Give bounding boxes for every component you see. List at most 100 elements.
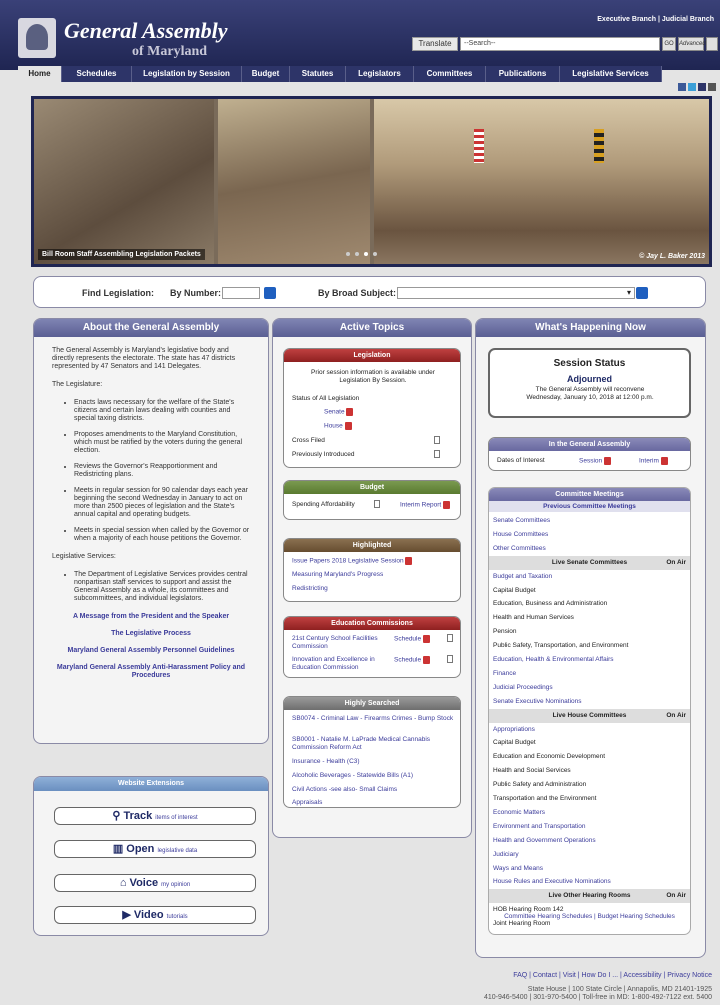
committee-link[interactable]: Environment and Transportation [489,820,690,834]
number-go-button[interactable] [264,287,276,299]
subcommittee-item[interactable]: Transportation and the Environment [489,792,690,806]
voice-button[interactable]: ⌂ Voice my opinion [54,874,256,892]
live-house-header: Live House Committees On Air [489,708,690,723]
search-input[interactable]: --Search-- [460,37,660,51]
hearing-schedules-links[interactable]: Committee Hearing Schedules | Budget Hea… [489,913,690,920]
session-status-title: Session Status [553,358,626,369]
slide-dot[interactable] [373,252,377,256]
nav-legislation-by-session[interactable]: Legislation by Session [132,66,242,82]
subcommittee-item[interactable]: Education and Economic Development [489,750,690,764]
bill-number-input[interactable] [222,287,260,299]
committee-group-link[interactable]: House Committees [489,528,690,542]
legislature-bullet: Enacts laws necessary for the welfare of… [74,399,250,423]
innovation-schedule[interactable]: Schedule [394,656,430,664]
personnel-guidelines-link[interactable]: Maryland General Assembly Personnel Guid… [52,647,250,655]
innovation-excellence-link[interactable]: Innovation and Excellence in Education C… [292,656,382,672]
document-icon[interactable] [374,500,380,508]
video-button[interactable]: ▶ Video tutorials [54,906,256,924]
committee-link[interactable]: Appropriations [489,723,690,737]
interim-dates-link[interactable]: Interim [639,457,668,465]
committee-link[interactable]: Education, Health & Environmental Affair… [489,653,690,667]
searched-item-civil-actions[interactable]: Civil Actions -see also- Small Claims [292,786,397,793]
anti-harassment-link[interactable]: Maryland General Assembly Anti-Harassmen… [52,664,250,680]
subcommittee-item[interactable]: Public Safety and Administration [489,778,690,792]
nav-publications[interactable]: Publications [486,66,560,82]
previous-meetings-link[interactable]: Previous Committee Meetings [489,501,690,512]
searched-item-alcoholic[interactable]: Alcoholic Beverages - Statewide Bills (A… [292,772,413,779]
nav-home[interactable]: Home [18,66,62,82]
session-dates-link[interactable]: Session [579,457,611,465]
committee-link[interactable]: Economic Matters [489,806,690,820]
subcommittee-item[interactable]: Health and Human Services [489,611,690,625]
subcommittee-item[interactable]: Capital Budget [489,736,690,750]
document-icon[interactable] [434,436,440,444]
budget-title: Budget [284,481,460,494]
footer-links[interactable]: FAQ | Contact | Visit | How Do I ... | A… [484,972,712,980]
searched-item-appraisals[interactable]: Appraisals [292,799,322,806]
nav-budget[interactable]: Budget [242,66,290,82]
committee-link[interactable]: Senate Executive Nominations [489,695,690,709]
open-button[interactable]: ▥ Open legislative data [54,840,256,858]
nav-schedules[interactable]: Schedules [62,66,132,82]
subcommittee-item[interactable]: Public Safety, Transportation, and Envir… [489,639,690,653]
maryland-seal-icon[interactable] [18,18,56,58]
subject-select[interactable]: ▾ [397,287,635,299]
committee-link[interactable]: Finance [489,667,690,681]
subject-go-button[interactable] [636,287,648,299]
branch-links[interactable]: Executive Branch | Judicial Branch [597,16,714,23]
committee-link[interactable]: Health and Government Operations [489,834,690,848]
building-icon[interactable] [708,83,716,91]
issue-papers-link[interactable]: Issue Papers 2018 Legislative Session [292,557,413,565]
subcommittee-item[interactable]: Health and Social Services [489,764,690,778]
about-heading: About the General Assembly [34,319,268,337]
subcommittee-item[interactable]: Education, Business and Administration [489,597,690,611]
on-air-label: On Air [666,558,686,566]
session-status-box: Session Status Adjourned The General Ass… [488,348,691,418]
legislative-process-link[interactable]: The Legislative Process [52,630,250,638]
nav-committees[interactable]: Committees [414,66,486,82]
slide-dot[interactable] [355,252,359,256]
school-facilities-schedule[interactable]: Schedule [394,635,430,643]
committee-link[interactable]: House Rules and Executive Nominations [489,875,690,889]
site-title[interactable]: General Assembly [64,18,228,44]
senate-status-link[interactable]: Senate [324,408,354,416]
live-other-header: Live Other Hearing Rooms On Air [489,889,690,904]
education-commissions-box: Education Commissions 21st Century Schoo… [283,616,461,678]
search-go-button[interactable]: GO [662,37,676,51]
subcommittee-item[interactable]: Pension [489,625,690,639]
searched-item-sb0001[interactable]: SB0001 - Natalie M. LaPrade Medical Cann… [292,736,457,752]
nav-legislative-services[interactable]: Legislative Services [560,66,662,82]
committee-link[interactable]: Judicial Proceedings [489,681,690,695]
searched-item-insurance[interactable]: Insurance - Health (C3) [292,758,360,765]
facebook-icon[interactable] [678,83,686,91]
track-icon[interactable] [698,83,706,91]
legislation-box: Legislation Prior session information is… [283,348,461,468]
measuring-progress-link[interactable]: Measuring Maryland's Progress [292,571,383,578]
president-speaker-link[interactable]: A Message from the President and the Spe… [52,613,250,621]
redistricting-link[interactable]: Redistricting [292,585,328,592]
document-icon[interactable] [447,655,453,663]
slide-dot[interactable] [346,252,350,256]
committee-link[interactable]: Judiciary [489,848,690,862]
searched-item-sb0074[interactable]: SB0074 - Criminal Law - Firearms Crimes … [292,715,457,723]
school-facilities-link[interactable]: 21st Century School Facilities Commissio… [292,635,378,651]
track-button[interactable]: ⚲ Track items of interest [54,807,256,825]
committee-group-link[interactable]: Senate Committees [489,514,690,528]
nav-statutes[interactable]: Statutes [290,66,346,82]
committee-group-link[interactable]: Other Committees [489,542,690,556]
print-icon[interactable] [706,37,718,51]
data-icon: ▥ [112,843,127,855]
house-status-link[interactable]: House [324,422,352,430]
document-icon[interactable] [447,634,453,642]
committee-link[interactable]: Budget and Taxation [489,570,690,584]
subcommittee-item[interactable]: Capital Budget [489,584,690,598]
interim-report-link[interactable]: Interim Report [400,501,450,509]
advanced-search-button[interactable]: Advanced [678,37,706,51]
document-icon[interactable] [434,450,440,458]
committee-link[interactable]: Ways and Means [489,862,690,876]
translate-button[interactable]: Translate [412,37,458,51]
nav-legislators[interactable]: Legislators [346,66,414,82]
slide-dot[interactable] [364,252,368,256]
photo-banner[interactable]: Bill Room Staff Assembling Legislation P… [31,96,712,267]
twitter-icon[interactable] [688,83,696,91]
